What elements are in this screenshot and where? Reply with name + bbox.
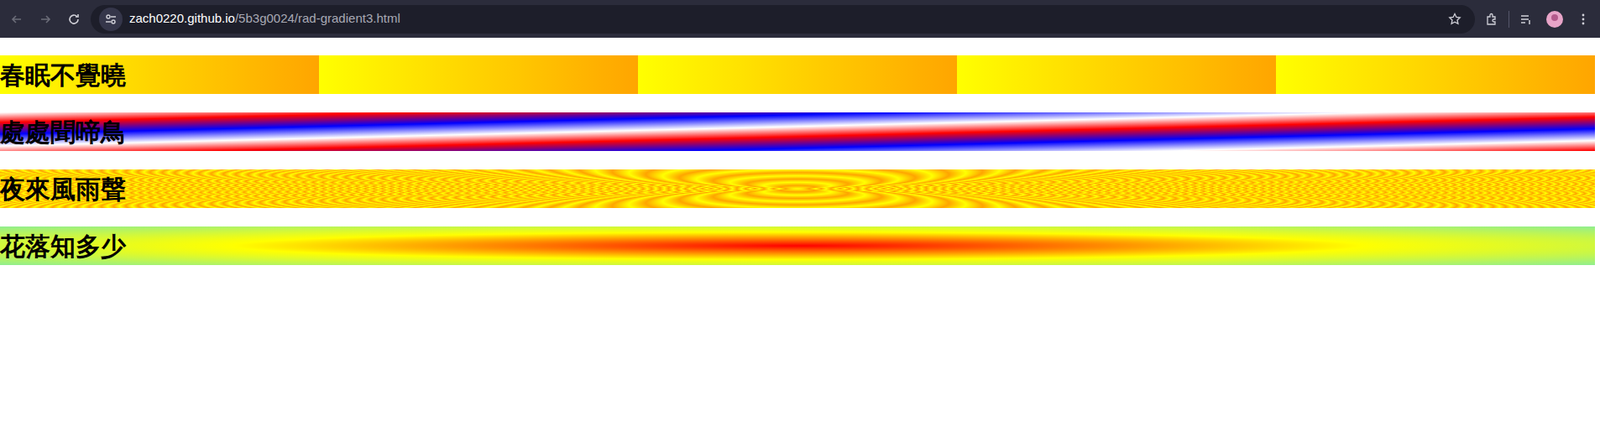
gradient-line: 花落知多少 bbox=[0, 226, 1595, 266]
page-content: 春眠不覺曉處處聞啼鳥夜來風雨聲花落知多少 bbox=[0, 37, 1600, 266]
site-info-icon[interactable] bbox=[99, 7, 123, 32]
media-queue-icon[interactable] bbox=[1514, 7, 1538, 32]
url-host: zach0220.github.io bbox=[129, 10, 236, 26]
line-text: 春眠不覺曉 bbox=[0, 58, 126, 92]
back-icon[interactable] bbox=[5, 7, 29, 32]
browser-toolbar: zach0220.github.io/5b3g0024/rad-gradient… bbox=[0, 0, 1600, 38]
menu-icon[interactable] bbox=[1571, 7, 1595, 32]
gradient-line: 春眠不覺曉 bbox=[0, 55, 1595, 95]
reload-icon[interactable] bbox=[62, 7, 86, 32]
gradient-line: 夜來風雨聲 bbox=[0, 169, 1595, 209]
address-bar[interactable]: zach0220.github.io/5b3g0024/rad-gradient… bbox=[90, 5, 1475, 34]
url-path: /5b3g0024/rad-gradient3.html bbox=[235, 10, 401, 26]
line-text: 花落知多少 bbox=[0, 230, 126, 263]
profile-avatar-icon[interactable] bbox=[1542, 7, 1567, 32]
extensions-icon[interactable] bbox=[1479, 7, 1504, 32]
url-text[interactable]: zach0220.github.io/5b3g0024/rad-gradient… bbox=[129, 9, 1437, 29]
bookmark-star-icon[interactable] bbox=[1443, 7, 1467, 32]
line-text: 處處聞啼鳥 bbox=[0, 115, 126, 149]
gradient-line: 處處聞啼鳥 bbox=[0, 112, 1595, 152]
line-text: 夜來風雨聲 bbox=[0, 172, 126, 206]
toolbar-divider bbox=[1508, 10, 1510, 28]
forward-icon[interactable] bbox=[33, 7, 58, 32]
